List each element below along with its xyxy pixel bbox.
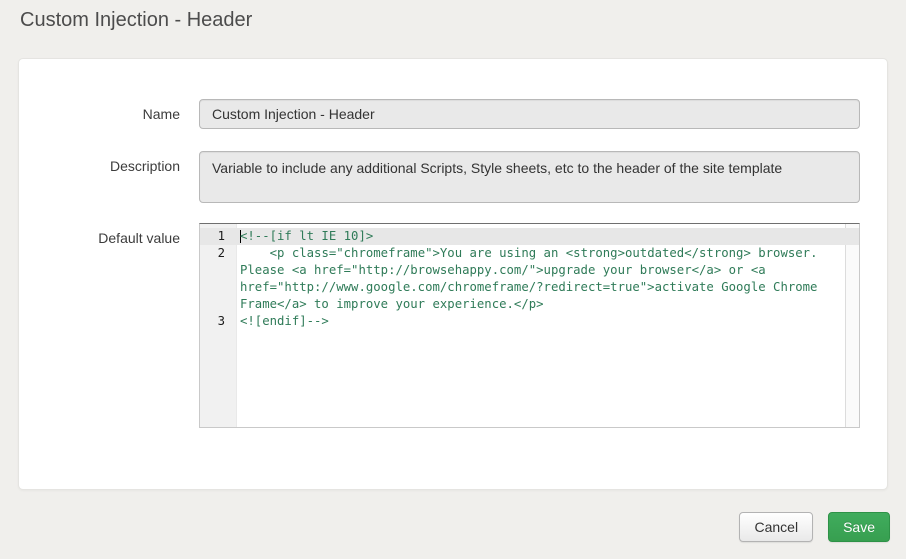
code-line[interactable]: 2 <p class="chromeframe">You are using a…: [200, 245, 859, 313]
cancel-button[interactable]: Cancel: [739, 512, 814, 542]
line-number: 2: [217, 246, 225, 260]
code-text[interactable]: <p class="chromeframe">You are using an …: [237, 245, 845, 313]
default-value-label: Default value: [98, 230, 180, 246]
name-label: Name: [142, 106, 180, 122]
actions-bar: Cancel Save: [0, 512, 890, 542]
page-title: Custom Injection - Header: [20, 9, 253, 31]
name-input[interactable]: [199, 99, 860, 129]
code-line[interactable]: 3 <![endif]-->: [200, 313, 859, 330]
text-caret: [240, 230, 241, 243]
line-number: 1: [217, 229, 225, 243]
name-row: Name: [46, 99, 860, 129]
code-line[interactable]: 1 <!--[if lt IE 10]>: [200, 228, 859, 245]
description-textarea[interactable]: Variable to include any additional Scrip…: [199, 151, 860, 203]
code-text[interactable]: <![endif]-->: [237, 313, 845, 330]
line-number: 3: [217, 314, 225, 328]
description-label: Description: [109, 158, 180, 174]
description-row: Description Variable to include any addi…: [46, 151, 860, 203]
code-editor-lines: 1 <!--[if lt IE 10]> 2 <p class="chromefra…: [200, 224, 859, 330]
default-value-row: Default value 1 <!--[if lt IE 10]> 2 <p cl…: [46, 223, 860, 428]
code-text[interactable]: <!--[if lt IE 10]>: [237, 228, 845, 245]
code-editor[interactable]: 1 <!--[if lt IE 10]> 2 <p class="chromefra…: [199, 223, 860, 428]
save-button[interactable]: Save: [828, 512, 890, 542]
form-card: Name Description Variable to include any…: [18, 58, 888, 490]
